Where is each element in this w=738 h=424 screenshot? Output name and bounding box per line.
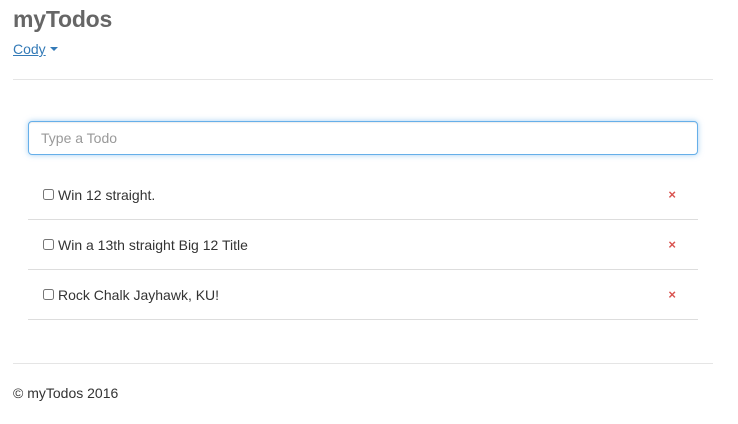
- new-todo-input[interactable]: [28, 121, 698, 155]
- remove-icon[interactable]: ×: [668, 288, 676, 301]
- caret-down-icon: [49, 47, 58, 51]
- todo-item: Rock Chalk Jayhawk, KU! ×: [28, 270, 698, 320]
- user-dropdown-label: Cody: [13, 41, 46, 57]
- todo-label[interactable]: Win a 13th straight Big 12 Title: [28, 237, 248, 253]
- todo-label[interactable]: Win 12 straight.: [28, 187, 155, 203]
- footer-divider: [13, 363, 713, 364]
- todo-checkbox[interactable]: [43, 239, 54, 250]
- remove-icon[interactable]: ×: [668, 188, 676, 201]
- todo-text: Win a 13th straight Big 12 Title: [58, 236, 248, 253]
- page: myTodos Cody Win 12 straight. × Win a 13…: [0, 0, 738, 424]
- todo-list: Win 12 straight. × Win a 13th straight B…: [28, 170, 698, 320]
- app-title: myTodos: [13, 6, 113, 32]
- todo-text: Rock Chalk Jayhawk, KU!: [58, 286, 220, 303]
- header-divider: [13, 79, 713, 80]
- remove-icon[interactable]: ×: [668, 238, 676, 251]
- todo-item: Win 12 straight. ×: [28, 170, 698, 220]
- todo-checkbox[interactable]: [43, 289, 54, 300]
- todo-label[interactable]: Rock Chalk Jayhawk, KU!: [28, 287, 219, 303]
- user-dropdown[interactable]: Cody: [13, 41, 58, 57]
- todo-text: Win 12 straight.: [58, 186, 156, 203]
- todo-checkbox[interactable]: [43, 189, 54, 200]
- footer-copyright: © myTodos 2016: [13, 385, 119, 401]
- todo-item: Win a 13th straight Big 12 Title ×: [28, 220, 698, 270]
